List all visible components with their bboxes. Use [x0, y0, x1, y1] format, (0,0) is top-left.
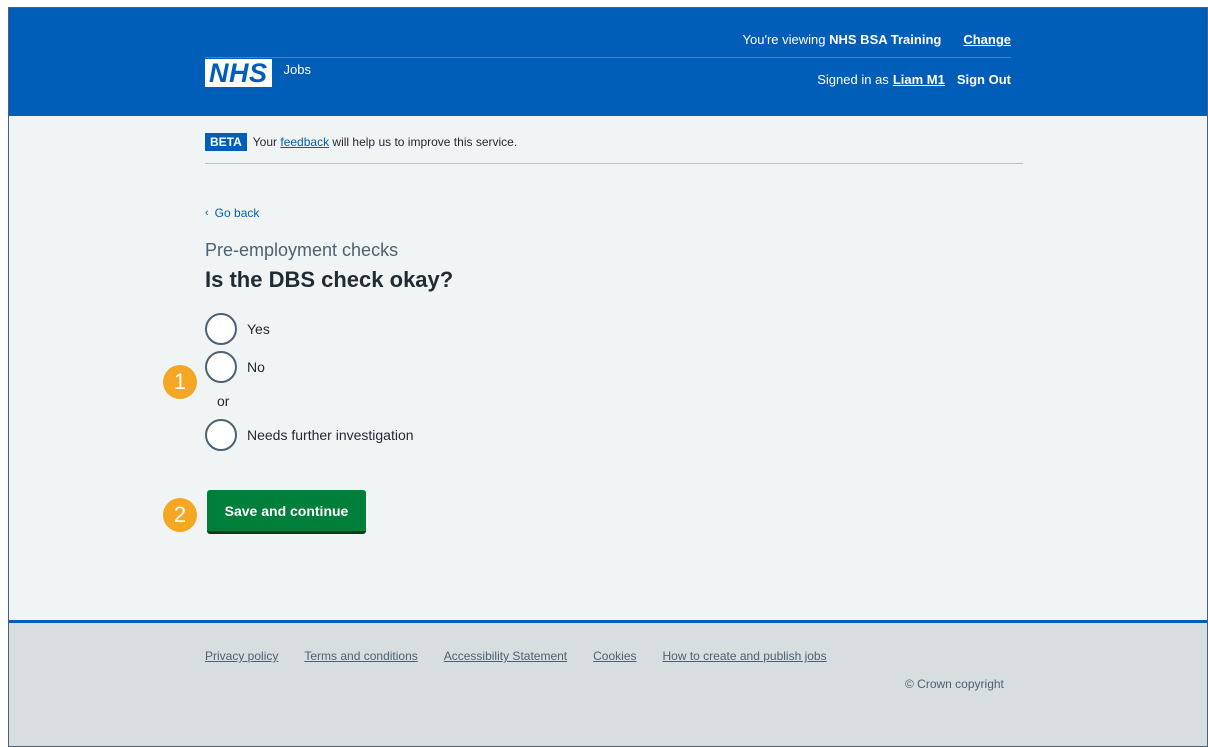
beta-banner: BETA Your feedback will help us to impro…	[205, 128, 1023, 164]
feedback-link[interactable]: feedback	[280, 135, 329, 149]
radio-button[interactable]	[205, 313, 237, 345]
radio-option-yes[interactable]: Yes	[205, 313, 270, 345]
go-back-label: Go back	[214, 206, 260, 220]
beta-text-after: will help us to improve this service.	[332, 134, 518, 149]
page-caption: Pre-employment checks	[205, 240, 399, 260]
viewing-prefix: You're viewing	[742, 32, 826, 47]
chevron-left-icon: ‹	[205, 207, 209, 219]
page-title: Is the DBS check okay?	[205, 267, 454, 292]
signed-in-prefix: Signed in as	[817, 72, 889, 87]
radio-label: Needs further investigation	[247, 427, 414, 443]
radio-option-no[interactable]: No	[205, 351, 265, 383]
user-name-link[interactable]: Liam M1	[893, 72, 945, 87]
radio-label: Yes	[247, 321, 270, 337]
beta-text-before: Your	[252, 134, 278, 149]
how-to-create-and-publish-jobs-link[interactable]: How to create and publish jobs	[663, 649, 827, 663]
step-marker-1: 1	[163, 365, 197, 399]
radio-option-needs-further-investigation[interactable]: Needs further investigation	[205, 419, 414, 451]
site-footer: Privacy policy Terms and conditions Acce…	[9, 620, 1207, 746]
cookies-link[interactable]: Cookies	[593, 649, 636, 663]
save-and-continue-button[interactable]: Save and continue	[207, 490, 366, 534]
privacy-policy-link[interactable]: Privacy policy	[205, 649, 278, 663]
radio-button[interactable]	[205, 351, 237, 383]
change-organisation-link[interactable]: Change	[963, 32, 1011, 47]
sign-out-link[interactable]: Sign Out	[957, 72, 1011, 87]
copyright-notice: © Crown copyright	[905, 677, 1004, 691]
site-header: You're viewing NHS BSA Training Change N…	[9, 8, 1207, 116]
organisation-switcher: You're viewing NHS BSA Training Change	[205, 32, 1011, 47]
radio-label: No	[247, 359, 265, 375]
terms-and-conditions-link[interactable]: Terms and conditions	[304, 649, 417, 663]
footer-links: Privacy policy Terms and conditions Acce…	[205, 649, 827, 663]
step-marker-2: 2	[163, 498, 197, 532]
go-back-link[interactable]: ‹ Go back	[205, 206, 259, 220]
browser-frame: You're viewing NHS BSA Training Change N…	[8, 7, 1208, 747]
header-divider	[205, 57, 1011, 58]
account-bar: Signed in as Liam M1 Sign Out	[205, 72, 1011, 87]
beta-tag: BETA	[205, 132, 247, 151]
radio-button[interactable]	[205, 419, 237, 451]
viewing-organisation: NHS BSA Training	[829, 32, 942, 47]
or-divider: or	[217, 393, 230, 409]
accessibility-statement-link[interactable]: Accessibility Statement	[444, 649, 567, 663]
beta-message: Your feedback will help us to improve th…	[253, 135, 517, 149]
